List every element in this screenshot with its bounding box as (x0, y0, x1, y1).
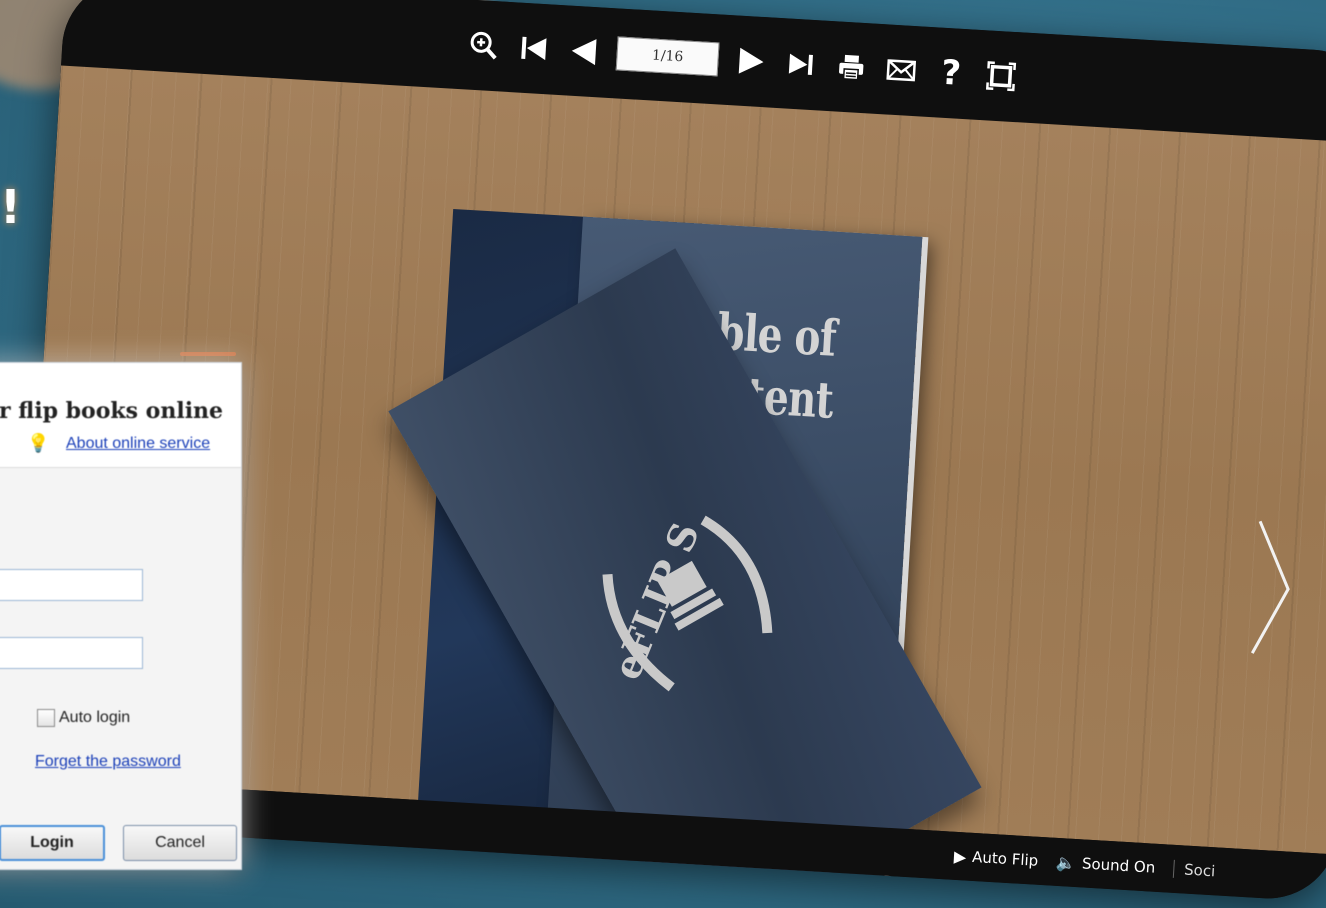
print-icon[interactable] (833, 46, 869, 88)
help-button[interactable]: ? (933, 52, 969, 94)
sound-label: Sound On (1081, 854, 1156, 877)
first-page-icon[interactable] (516, 27, 552, 69)
auto-flip-label: Auto Flip (971, 847, 1039, 870)
password-field[interactable] (0, 637, 143, 669)
auto-login-checkbox[interactable] (37, 709, 55, 727)
next-page-arrow-icon[interactable] (1248, 517, 1296, 659)
flip-book[interactable]: Table of Content 04 06 08 10 12 14 ard 0… (388, 208, 982, 903)
auto-login-label: Auto login (59, 709, 131, 726)
auto-flip-button[interactable]: ▶ Auto Flip (953, 846, 1038, 870)
fullscreen-icon[interactable] (983, 55, 1019, 97)
email-icon[interactable] (883, 49, 919, 91)
username-field[interactable] (0, 569, 143, 601)
dialog-header: r flip books online 💡 About online servi… (0, 363, 241, 468)
exclamation-mark: ! (0, 180, 21, 234)
dialog-title: r flip books online (0, 398, 224, 424)
social-share-button[interactable]: Soci (1172, 859, 1216, 881)
sound-toggle[interactable]: 🔈 Sound On (1056, 852, 1156, 877)
auto-login-row[interactable]: Auto login (37, 709, 130, 727)
about-online-service-link[interactable]: About online service (66, 435, 210, 453)
previous-page-icon[interactable] (566, 30, 602, 72)
eflip-logo-icon (602, 515, 773, 692)
login-button[interactable]: Login (0, 825, 105, 861)
zoom-in-icon[interactable] (466, 25, 502, 67)
login-dialog: r flip books online 💡 About online servi… (0, 362, 242, 870)
page-number-field[interactable]: 1/16 (615, 36, 720, 77)
cancel-button[interactable]: Cancel (123, 825, 237, 861)
lightbulb-icon: 💡 (27, 433, 50, 453)
page-number: 03 (850, 873, 863, 885)
decorative-accent (180, 352, 236, 356)
play-icon: ▶ (953, 846, 967, 867)
last-page-icon[interactable] (783, 43, 819, 85)
speaker-icon: 🔈 (1055, 852, 1077, 873)
forget-password-link[interactable]: Forget the password (35, 753, 181, 771)
next-page-icon[interactable] (733, 40, 769, 82)
